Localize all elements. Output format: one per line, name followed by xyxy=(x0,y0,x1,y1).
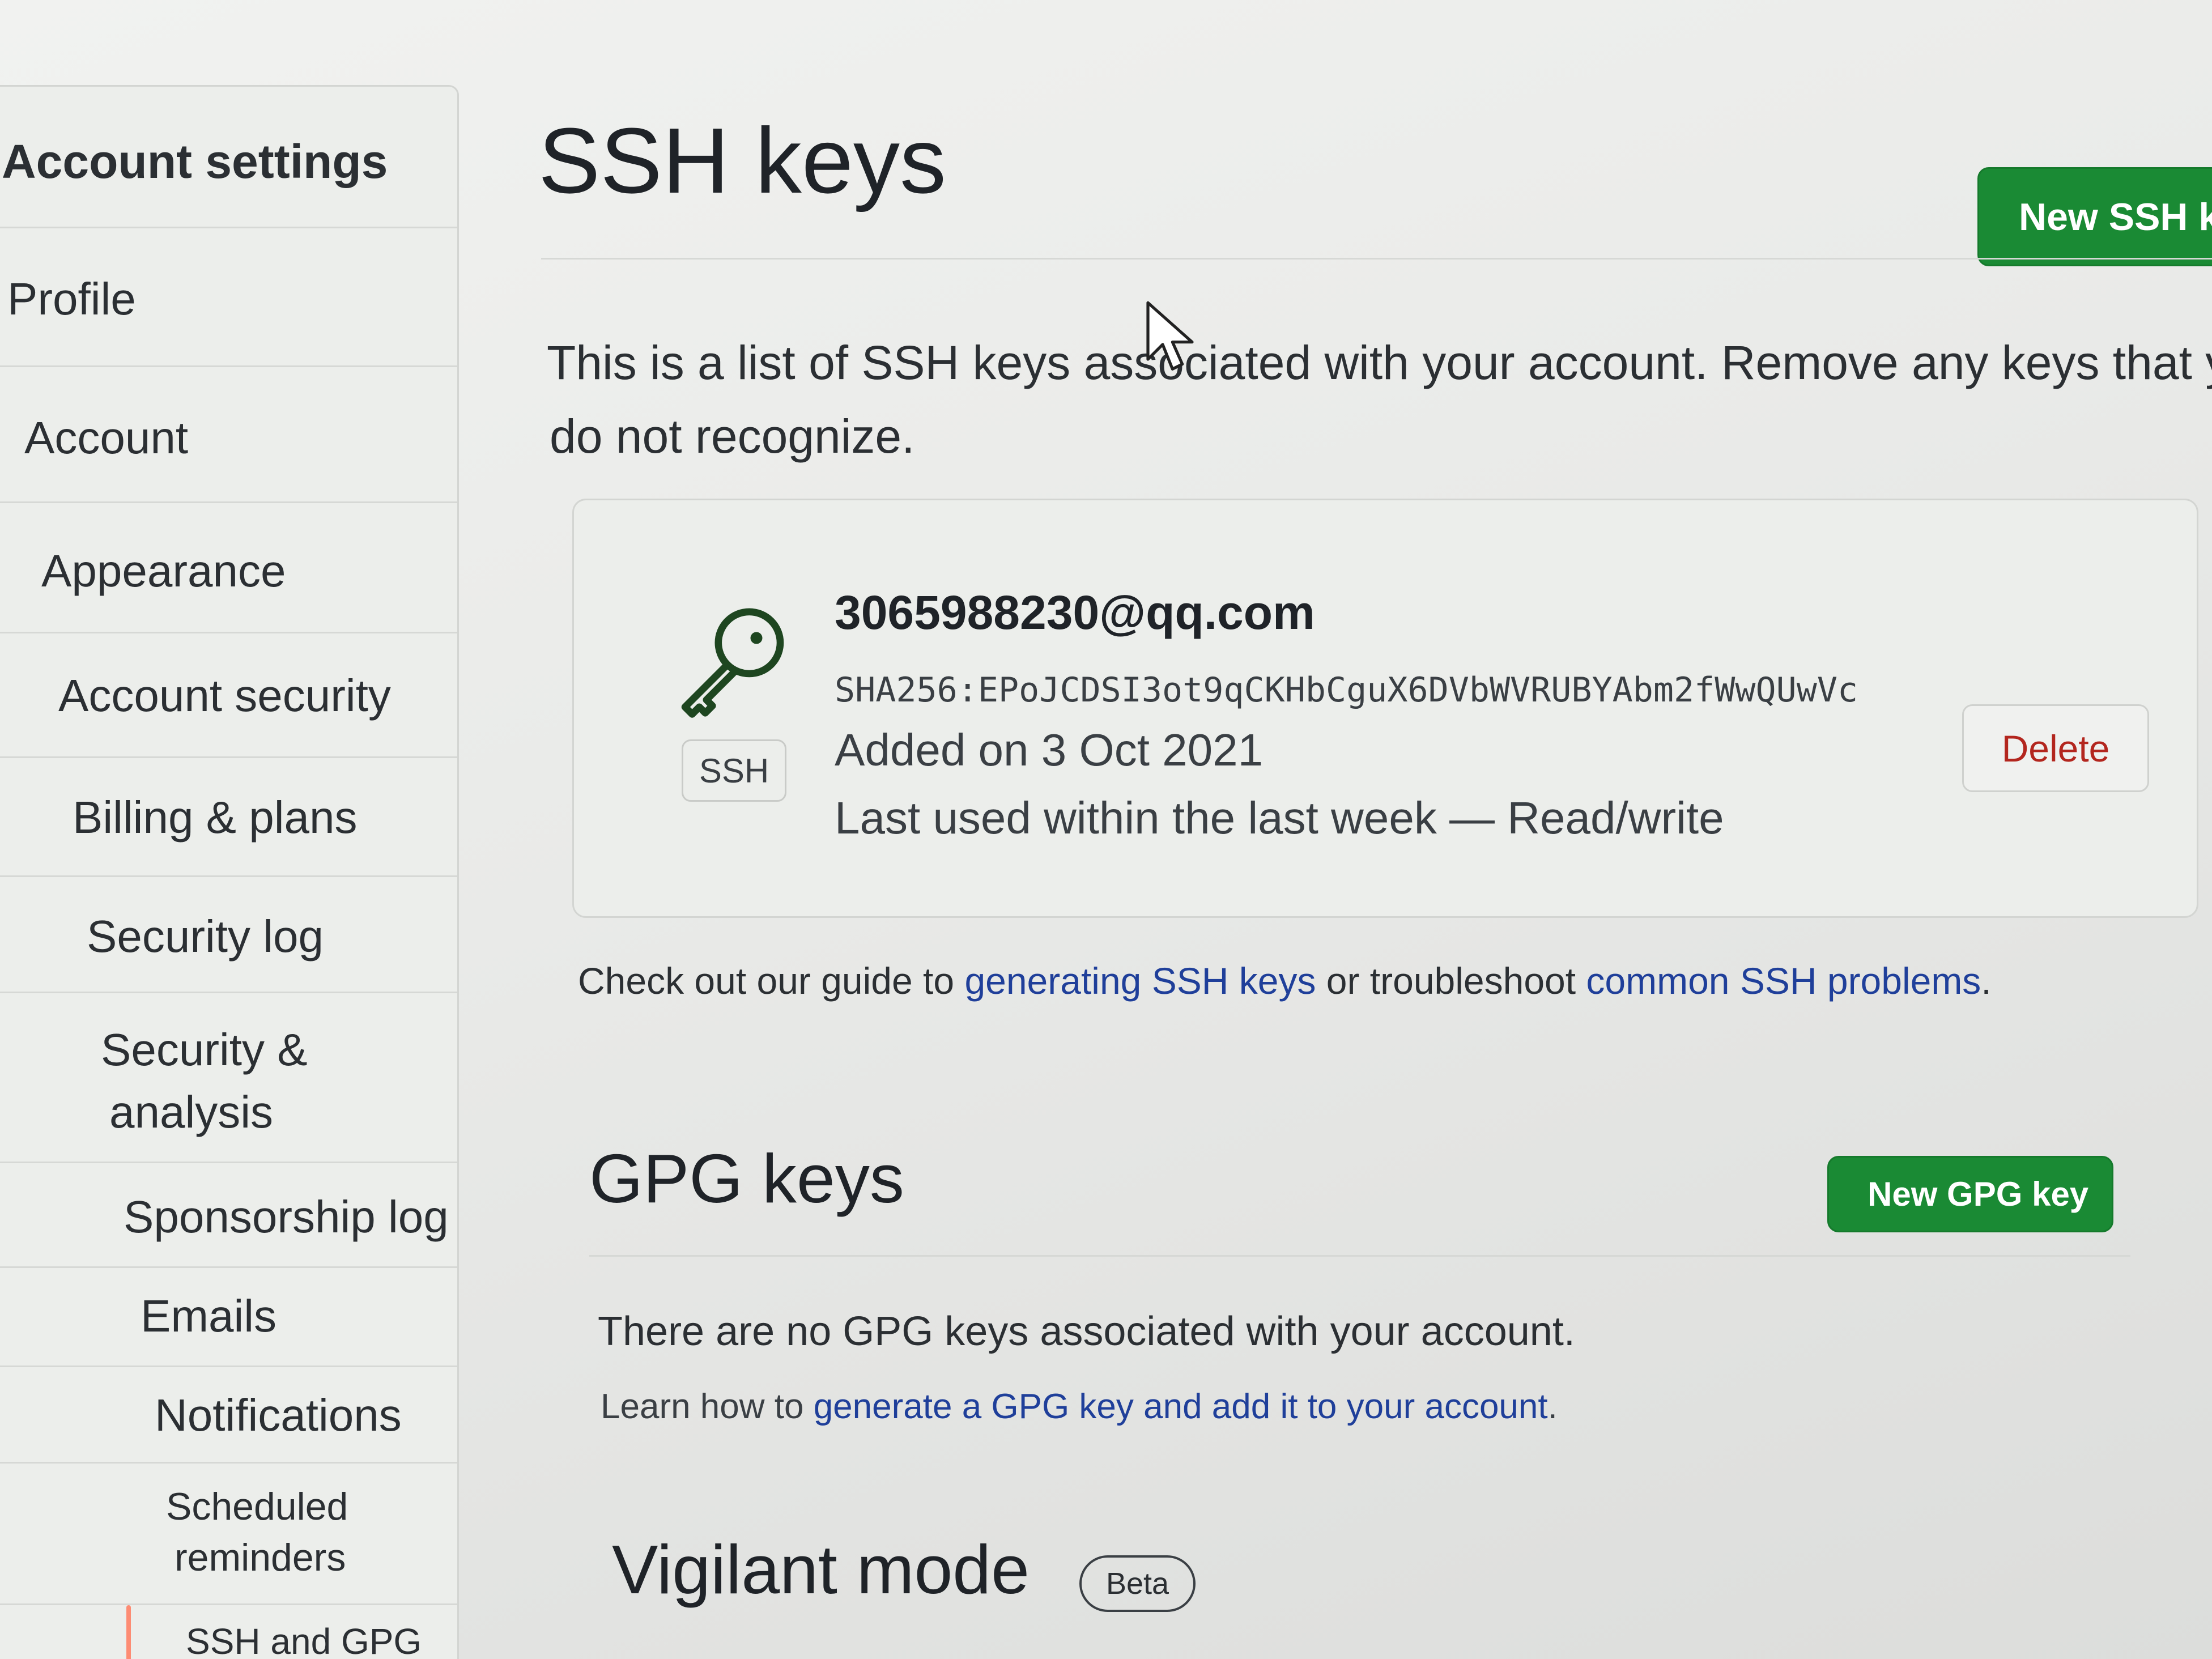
new-ssh-key-button[interactable]: New SSH k xyxy=(1977,167,2212,266)
ssh-description-line1: This is a list of SSH keys associated wi… xyxy=(547,336,2212,389)
settings-screen: Account settings Profile Account Appeara… xyxy=(0,0,2212,1659)
ssh-key-entry: SSH 3065988230@qq.com SHA256:EPoJCDSI3ot… xyxy=(572,499,2198,918)
ssh-guide-text: Check out our guide to generating SSH ke… xyxy=(578,952,1992,1010)
ssh-description-line2: do not recognize. xyxy=(550,410,915,463)
generating-ssh-keys-link[interactable]: generating SSH keys xyxy=(964,960,1316,1002)
delete-ssh-key-button[interactable]: Delete xyxy=(1962,704,2149,792)
gpg-learn-text: Learn how to generate a GPG key and add … xyxy=(601,1380,1558,1434)
beta-badge: Beta xyxy=(1079,1555,1196,1612)
ssh-type-badge: SSH xyxy=(682,739,786,802)
ssh-guide-suffix: . xyxy=(1981,960,1992,1002)
mouse-cursor-icon xyxy=(1146,301,1194,371)
new-gpg-key-button[interactable]: New GPG key xyxy=(1827,1156,2113,1232)
ssh-key-last-used: Last used within the last week — Read/wr… xyxy=(835,793,1724,843)
section-divider xyxy=(541,258,2212,260)
ssh-guide-middle: or troubleshoot xyxy=(1316,960,1586,1002)
gpg-learn-prefix: Learn how to xyxy=(601,1387,814,1426)
ssh-guide-prefix: Check out our guide to xyxy=(578,960,965,1002)
ssh-key-title: 3065988230@qq.com xyxy=(835,586,1315,639)
ssh-key-added-date: Added on 3 Oct 2021 xyxy=(835,725,1264,775)
gpg-keys-title: GPG keys xyxy=(589,1140,904,1217)
ssh-keys-title: SSH keys xyxy=(538,109,946,212)
generate-gpg-key-link[interactable]: generate a GPG key and add it to your ac… xyxy=(814,1387,1548,1426)
section-divider xyxy=(589,1255,2130,1257)
gpg-learn-suffix: . xyxy=(1547,1387,1558,1426)
common-ssh-problems-link[interactable]: common SSH problems xyxy=(1586,960,1981,1002)
ssh-key-fingerprint: SHA256:EPoJCDSI3ot9qCKHbCguX6DVbWVRUBYAb… xyxy=(835,670,1858,710)
key-icon xyxy=(681,608,784,718)
vigilant-mode-title: Vigilant mode xyxy=(612,1531,1030,1608)
main-content: SSH keys New SSH k This is a list of SSH… xyxy=(0,0,2212,1659)
gpg-empty-text: There are no GPG keys associated with yo… xyxy=(598,1309,1575,1354)
